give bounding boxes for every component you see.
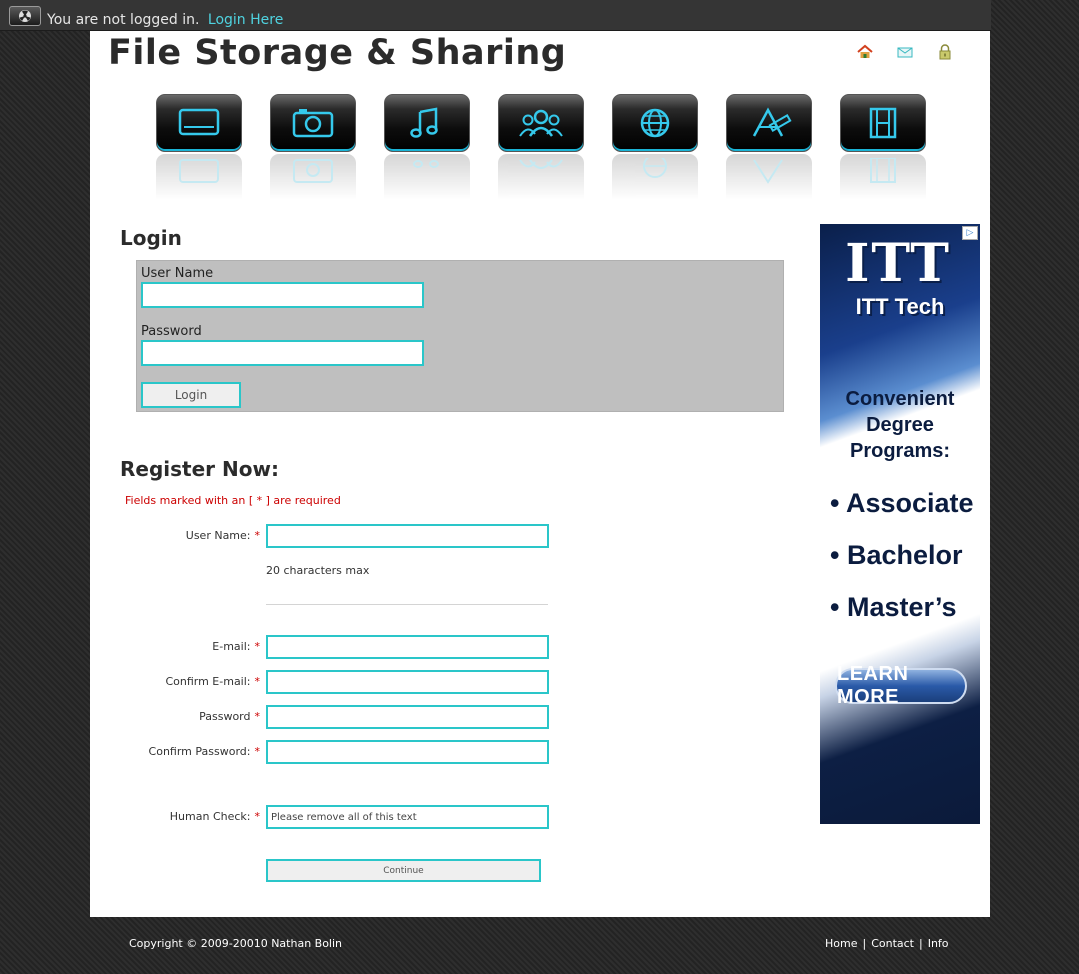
nav-item-photos[interactable] — [270, 94, 356, 204]
ad-brand: ITT Tech — [855, 294, 945, 319]
required-mark: * — [254, 745, 261, 758]
nav-item-apps[interactable] — [726, 94, 812, 204]
ad-degree-label: Master’s — [846, 592, 957, 622]
reg-confirm-email-label: Confirm E-mail: * — [90, 675, 260, 688]
login-username-input[interactable] — [141, 282, 424, 308]
footer-link-home[interactable]: Home — [825, 937, 857, 950]
nav-reflection — [612, 154, 698, 200]
home-icon[interactable] — [856, 43, 874, 61]
bullet: • — [830, 540, 840, 570]
film-icon[interactable] — [840, 94, 926, 152]
bullet: • — [830, 488, 840, 518]
copyright-text: Copyright © 2009-20010 Nathan Bolin — [129, 937, 343, 950]
reg-human-check-label-text: Human Check: — [169, 810, 251, 823]
login-heading: Login — [120, 226, 182, 250]
ad-pitch-line: Degree — [866, 414, 934, 436]
required-mark: * — [254, 529, 261, 542]
footer-separator: | — [862, 937, 867, 950]
footer-link-contact[interactable]: Contact — [871, 937, 914, 950]
nav-item-video[interactable] — [840, 94, 926, 204]
reg-username-label: User Name: * — [90, 529, 260, 542]
camera-icon[interactable] — [270, 94, 356, 152]
nav-reflection — [840, 154, 926, 200]
lock-icon[interactable] — [936, 43, 954, 61]
ad-degree-label: Associate — [845, 488, 974, 518]
reg-password-input[interactable] — [266, 705, 549, 729]
nav-item-web[interactable] — [612, 94, 698, 204]
login-here-link[interactable]: Login Here — [208, 12, 283, 28]
footer-separator: | — [919, 937, 923, 950]
required-mark: * — [254, 675, 261, 688]
login-password-label: Password — [141, 324, 202, 339]
required-fields-note: Fields marked with an [ * ] are required — [125, 494, 341, 507]
username-hint: 20 characters max — [266, 564, 370, 577]
human-check-input[interactable] — [266, 805, 549, 829]
reg-password-label: Password * — [90, 710, 260, 723]
login-status: You are not logged in. Login Here — [47, 12, 283, 28]
reg-confirm-email-label-text: Confirm E-mail: — [165, 675, 251, 688]
continue-button[interactable]: Continue — [266, 859, 541, 882]
ad-degree-item: • Associate — [830, 488, 974, 519]
required-mark: * — [254, 640, 261, 653]
reg-confirm-email-input[interactable] — [266, 670, 549, 694]
reg-username-input[interactable] — [266, 524, 549, 548]
reg-username-label-text: User Name: — [185, 529, 251, 542]
footer-link-info[interactable]: Info — [928, 937, 949, 950]
ad-pitch: Convenient Degree Programs: — [820, 386, 980, 464]
ad-degree-item: • Bachelor — [830, 540, 963, 571]
login-status-text: You are not logged in. — [47, 12, 200, 28]
login-password-input[interactable] — [141, 340, 424, 366]
footer-links: Home | Contact | Info — [825, 937, 949, 950]
header-icons — [856, 43, 954, 61]
login-username-label: User Name — [141, 266, 214, 281]
register-heading: Register Now: — [120, 457, 279, 481]
ad-pitch-line: Programs: — [849, 440, 951, 462]
nav-item-community[interactable] — [498, 94, 584, 204]
reg-email-input[interactable] — [266, 635, 549, 659]
form-divider — [266, 604, 548, 605]
reg-email-label: E-mail: * — [90, 640, 260, 653]
top-bar: You are not logged in. Login Here — [0, 0, 991, 31]
login-form: User Name Password Login — [136, 260, 784, 412]
ad-degree-label: Bachelor — [846, 540, 963, 570]
nav-item-desktop[interactable] — [156, 94, 242, 204]
music-icon[interactable] — [384, 94, 470, 152]
desktop-icon[interactable] — [156, 94, 242, 152]
site-title: File Storage & Sharing — [108, 33, 567, 73]
globe-icon[interactable] — [612, 94, 698, 152]
learn-more-button[interactable]: LEARN MORE — [835, 663, 967, 708]
ad-degree-item: • Master’s — [830, 592, 957, 623]
reg-confirm-password-label: Confirm Password: * — [90, 745, 260, 758]
radiation-icon[interactable] — [9, 6, 41, 26]
reg-confirm-password-label-text: Confirm Password: — [148, 745, 251, 758]
ad-pitch-line: Convenient — [845, 388, 955, 410]
itt-logo: ITT — [845, 233, 951, 294]
nav-reflection — [726, 154, 812, 200]
reg-human-check-label: Human Check: * — [90, 810, 260, 823]
itt-tech-ad[interactable]: ▷ ITT ITT Tech Convenient Degree Program… — [820, 224, 980, 824]
reg-confirm-password-input[interactable] — [266, 740, 549, 764]
nav-item-music[interactable] — [384, 94, 470, 204]
users-icon[interactable] — [498, 94, 584, 152]
login-button[interactable]: Login — [141, 382, 241, 408]
reg-password-label-text: Password — [199, 710, 251, 723]
main-panel: File Storage & Sharing Login User Name P… — [90, 31, 990, 917]
adchoices-icon[interactable]: ▷ — [962, 226, 978, 240]
required-mark: * — [254, 710, 261, 723]
bullet: • — [830, 592, 840, 622]
reg-email-label-text: E-mail: — [212, 640, 251, 653]
nav-reflection — [156, 154, 242, 200]
mail-icon[interactable] — [896, 43, 914, 61]
nav-reflection — [498, 154, 584, 200]
required-mark: * — [254, 810, 261, 823]
apps-icon[interactable] — [726, 94, 812, 152]
nav-reflection — [270, 154, 356, 200]
nav-reflection — [384, 154, 470, 200]
nav-icon-bar — [156, 94, 946, 204]
